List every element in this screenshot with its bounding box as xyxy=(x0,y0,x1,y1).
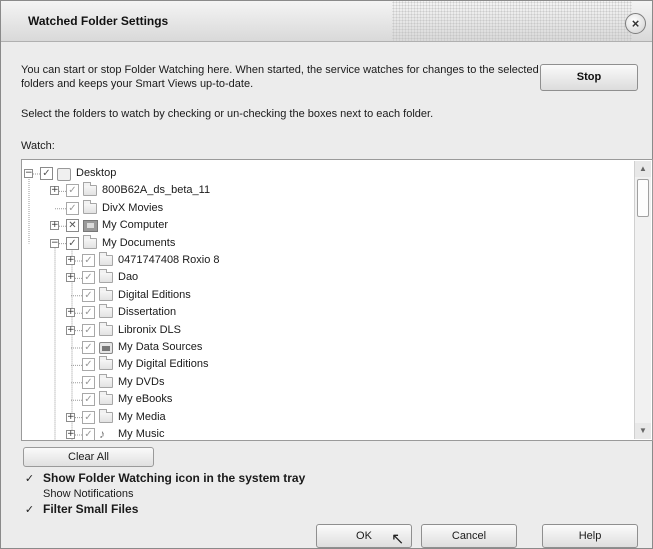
tree-item[interactable]: ✓ My eBooks xyxy=(22,391,622,408)
tree-item-label: My DVDs xyxy=(118,375,165,388)
tree-item[interactable]: ✓ My DVDs xyxy=(22,373,622,391)
tree-item-label: Dao xyxy=(118,271,139,284)
tree-item-label: My Music xyxy=(118,428,165,440)
tree-item-checkbox[interactable]: ✓ xyxy=(82,358,95,372)
tree-item-checkbox[interactable]: ✓ xyxy=(40,167,53,180)
clear-all-button[interactable]: Clear All xyxy=(23,447,154,467)
tree-item-label: My eBooks xyxy=(118,393,173,406)
show-notifications-label: Show Notifications xyxy=(43,488,134,500)
tree-item-label: Digital Editions xyxy=(118,288,191,301)
tree-item-label: My Documents xyxy=(102,236,176,249)
tree-item-checkbox[interactable]: ✓ xyxy=(82,306,95,320)
collapse-icon[interactable]: − xyxy=(24,169,33,178)
tree-item-checkbox[interactable]: ✓ xyxy=(82,254,95,267)
close-button[interactable]: × xyxy=(625,13,646,34)
mouse-cursor-icon: ↖ xyxy=(391,529,405,548)
tree-item-checkbox[interactable]: ✓ xyxy=(82,271,95,285)
cancel-button[interactable]: Cancel xyxy=(421,524,517,548)
tree-item[interactable]: + ✓ Dao xyxy=(22,269,622,286)
tree-item-checkbox[interactable]: ✓ xyxy=(82,323,95,337)
tree-item-checkbox[interactable]: ✓ xyxy=(82,375,95,389)
tree-item-label: Libronix DLS xyxy=(118,323,181,336)
folder-icon xyxy=(99,356,113,371)
tree-item[interactable]: + ✕ My Computer xyxy=(22,217,622,234)
tree-item[interactable]: + ✓ 0471747408 Roxio 8 xyxy=(22,252,622,269)
folder-icon xyxy=(99,373,113,388)
folder-icon xyxy=(99,391,113,406)
folder-icon xyxy=(83,182,97,197)
expand-icon[interactable]: + xyxy=(50,221,59,231)
expand-icon[interactable]: + xyxy=(66,308,75,318)
tree-item-label: 0471747408 Roxio 8 xyxy=(118,254,220,266)
tree-item-checkbox[interactable]: ✓ xyxy=(82,428,95,440)
tree-item-label: Desktop xyxy=(76,167,117,179)
show-tray-icon-checkbox[interactable]: ✓ xyxy=(23,472,36,485)
tree-item-label: My Media xyxy=(118,410,166,423)
scroll-down-button[interactable]: ▼ xyxy=(635,423,651,439)
tree-item[interactable]: ✓ DivX Movies xyxy=(22,199,622,217)
tree-item-checkbox[interactable]: ✓ xyxy=(82,288,95,302)
tree-item-checkbox[interactable]: ✓ xyxy=(82,393,95,407)
folder-tree[interactable]: ▲ ▼ − ✓ Desktop + ✓ 800B62A_ds_beta_11 ✓ DivX M… xyxy=(21,159,653,441)
tree-item-label: Dissertation xyxy=(118,306,177,319)
tree-item-label: My Data Sources xyxy=(118,341,203,353)
tree-item[interactable]: ✓ Digital Editions xyxy=(22,286,622,304)
tree-item-label: 800B62A_ds_beta_11 xyxy=(102,184,211,197)
tree-scrollbar[interactable]: ▲ ▼ xyxy=(634,161,651,439)
show-notifications-checkbox[interactable] xyxy=(23,488,36,501)
show-tray-icon-label: Show Folder Watching icon in the system … xyxy=(43,471,306,485)
watched-folder-settings-dialog: Watched Folder Settings × You can start … xyxy=(0,0,653,549)
expand-icon[interactable]: + xyxy=(50,186,59,196)
scroll-up-button[interactable]: ▲ xyxy=(635,161,651,177)
tree-item-label: My Computer xyxy=(102,219,169,232)
expand-icon[interactable]: + xyxy=(66,430,75,439)
instruction-text: Select the folders to watch by checking … xyxy=(21,108,434,120)
tree-item-label: DivX Movies xyxy=(102,201,164,214)
folder-icon xyxy=(99,321,113,336)
description-text: You can start or stop Folder Watching he… xyxy=(21,64,539,90)
scroll-thumb[interactable] xyxy=(637,179,649,217)
tree-item-checkbox[interactable]: ✓ xyxy=(66,184,79,198)
watch-label: Watch: xyxy=(21,140,55,152)
computer-icon xyxy=(83,220,98,233)
tree-item[interactable]: + ✓ Libronix DLS xyxy=(22,321,622,339)
music-folder-icon: ♪ xyxy=(99,427,105,441)
tree-item-checkbox[interactable]: ✕ xyxy=(66,219,79,233)
folder-icon xyxy=(83,199,97,214)
tree-item[interactable]: − ✓ My Documents xyxy=(22,234,622,252)
filter-small-files-label: Filter Small Files xyxy=(43,502,139,516)
tree-item[interactable]: ✓ My Data Sources xyxy=(22,339,622,356)
folder-icon xyxy=(99,252,113,266)
filter-small-files-checkbox[interactable]: ✓ xyxy=(23,503,36,516)
tree-item[interactable]: + ✓ 800B62A_ds_beta_11 xyxy=(22,182,622,199)
expand-icon[interactable]: + xyxy=(66,273,75,283)
tree-item[interactable]: + ✓ ♪ My Music xyxy=(22,426,622,441)
folder-icon xyxy=(99,304,113,319)
tree-item[interactable]: + ✓ Dissertation xyxy=(22,304,622,321)
dialog-title: Watched Folder Settings xyxy=(28,14,169,28)
folder-icon xyxy=(99,269,113,284)
folder-icon xyxy=(83,234,97,249)
tree-item[interactable]: ✓ My Digital Editions xyxy=(22,356,622,373)
tree-item-checkbox[interactable]: ✓ xyxy=(82,410,95,424)
tree-item-checkbox[interactable]: ✓ xyxy=(66,236,79,250)
desktop-icon xyxy=(57,168,71,181)
folder-icon xyxy=(99,408,113,423)
tree-item[interactable]: − ✓ Desktop xyxy=(22,165,622,182)
expand-icon[interactable]: + xyxy=(66,256,75,265)
expand-icon[interactable]: + xyxy=(66,325,75,335)
expand-icon[interactable]: + xyxy=(66,412,75,422)
tree-item-label: My Digital Editions xyxy=(118,358,209,371)
tree-item-checkbox[interactable]: ✓ xyxy=(82,341,95,354)
help-button[interactable]: Help xyxy=(542,524,638,548)
title-bar-pattern xyxy=(392,1,632,41)
stop-button[interactable]: Stop xyxy=(540,64,638,91)
tree-item-checkbox[interactable]: ✓ xyxy=(66,201,79,215)
collapse-icon[interactable]: − xyxy=(50,238,59,248)
data-sources-icon xyxy=(99,342,113,354)
folder-icon xyxy=(99,286,113,301)
tree-item[interactable]: + ✓ My Media xyxy=(22,408,622,426)
title-bar: Watched Folder Settings × xyxy=(1,1,652,42)
